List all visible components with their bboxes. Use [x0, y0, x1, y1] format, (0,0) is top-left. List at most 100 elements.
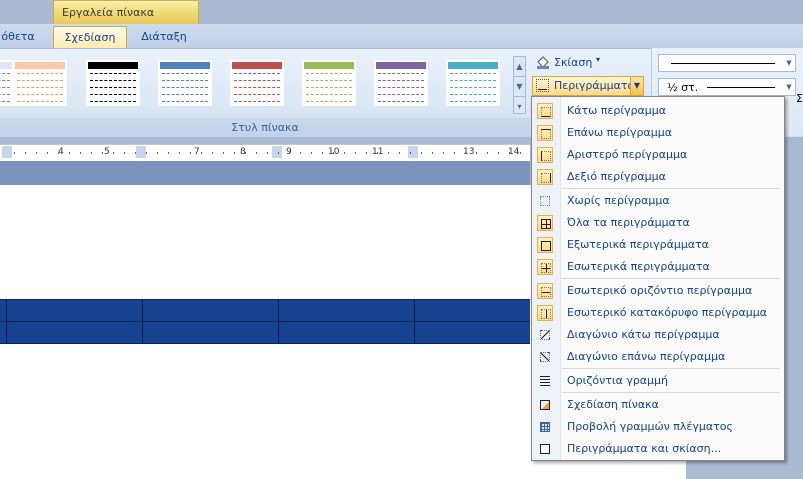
- table-style-style-aqua[interactable]: [446, 60, 500, 106]
- menu-item-diagonal-down-border[interactable]: Διαγώνιο κάτω περίγραμμα: [533, 324, 783, 346]
- menu-item-all-borders[interactable]: Όλα τα περιγράμματα: [533, 212, 783, 234]
- menu-item-label: Περιγράμματα και σκίαση...: [567, 442, 722, 455]
- line-style-select[interactable]: ▼: [658, 54, 796, 72]
- diagonal-down-border-icon: [537, 327, 553, 343]
- table-cell-divider: [142, 322, 143, 343]
- all-borders-icon: [537, 215, 553, 231]
- table-style-style-black[interactable]: [86, 60, 140, 106]
- menu-item-label: Σχεδίαση πίνακα: [567, 398, 659, 411]
- menu-item-label: Αριστερό περίγραμμα: [567, 148, 688, 161]
- menu-item-label: Εσωτερικά περιγράμματα: [567, 260, 710, 273]
- borders-button[interactable]: Περιγράμματα ▼: [532, 76, 644, 96]
- menu-item-label: Οριζόντια γραμμή: [567, 374, 669, 387]
- menu-item-label: Επάνω περίγραμμα: [567, 126, 672, 139]
- menu-item-diagonal-up-border[interactable]: Διαγώνιο επάνω περίγραμμα: [533, 346, 783, 368]
- borders-menu: Κάτω περίγραμμα Επάνω περίγραμμα Αριστερό …: [531, 96, 785, 461]
- borders-dropdown-arrow[interactable]: ▼: [630, 77, 643, 95]
- table-cell-divider: [6, 300, 7, 321]
- menu-item-outside-borders[interactable]: Εξωτερικά περιγράμματα: [533, 234, 783, 256]
- table-style-style-purple[interactable]: [374, 60, 428, 106]
- table-style-style-red[interactable]: [230, 60, 284, 106]
- inside-vertical-border-icon: [537, 305, 553, 321]
- tab-layout[interactable]: Διάταξη: [131, 24, 197, 50]
- shading-button[interactable]: Σκίαση ▾: [532, 53, 637, 73]
- ruler-number: 7: [194, 147, 200, 157]
- menu-item-label: Χωρίς περίγραμμα: [567, 194, 670, 207]
- menu-item-label: Εσωτερικό οριζόντιο περίγραμμα: [567, 284, 753, 297]
- menu-item-label: Κάτω περίγραμμα: [567, 104, 667, 117]
- table-style-style-blue[interactable]: [158, 60, 212, 106]
- ruler-column-marker[interactable]: [272, 146, 282, 158]
- chevron-down-icon: ▼: [786, 59, 792, 67]
- scroll-up-icon[interactable]: ▲: [514, 57, 525, 77]
- menu-item-top-border[interactable]: Επάνω περίγραμμα: [533, 122, 783, 144]
- right-border-icon: [537, 169, 553, 185]
- inside-horizontal-border-icon: [537, 283, 553, 299]
- table-cell-divider: [278, 300, 279, 321]
- bottom-border-icon: [536, 79, 549, 92]
- menu-item-label: Διαγώνιο κάτω περίγραμμα: [567, 328, 720, 341]
- diagonal-up-border-icon: [537, 349, 553, 365]
- menu-separator: [562, 392, 780, 393]
- top-border-icon: [537, 125, 553, 141]
- menu-item-bottom-border[interactable]: Κάτω περίγραμμα: [533, 100, 783, 122]
- menu-item-inside-vertical-border[interactable]: Εσωτερικό κατακόρυφο περίγραμμα: [533, 302, 783, 324]
- document-table[interactable]: [0, 299, 530, 344]
- styles-gallery-scroll[interactable]: ▲ ▼ ▾: [513, 56, 526, 114]
- line-weight-select[interactable]: ½ στ. ▼: [658, 78, 796, 96]
- bottom-border-icon: [537, 103, 553, 119]
- gallery-more-icon[interactable]: ▾: [514, 97, 525, 116]
- menu-item-left-border[interactable]: Αριστερό περίγραμμα: [533, 144, 783, 166]
- table-styles-gallery: [0, 52, 530, 120]
- shading-label: Σκίαση: [554, 56, 593, 69]
- ruler-column-marker[interactable]: [136, 146, 146, 158]
- menu-item-view-gridlines[interactable]: Προβολή γραμμών πλέγματος: [533, 416, 783, 438]
- table-style-style-partial[interactable]: [0, 60, 14, 106]
- menu-item-borders-and-shading[interactable]: Περιγράμματα και σκίαση...: [533, 438, 783, 460]
- menu-item-label: Όλα τα περιγράμματα: [567, 216, 690, 229]
- draw-table-icon: [537, 397, 553, 413]
- menu-item-draw-table[interactable]: Σχεδίαση πίνακα: [533, 394, 783, 416]
- menu-separator: [562, 188, 780, 189]
- draw-extra-label: Σ: [796, 92, 803, 105]
- borders-and-shading-icon: [537, 441, 553, 457]
- menu-item-label: Εσωτερικό κατακόρυφο περίγραμμα: [567, 306, 768, 319]
- ruler-column-marker[interactable]: [2, 146, 12, 158]
- table-style-style-green[interactable]: [302, 60, 356, 106]
- table-row[interactable]: [0, 299, 530, 322]
- menu-item-horizontal-line[interactable]: Οριζόντια γραμμή: [533, 370, 783, 392]
- document-background: [0, 161, 530, 185]
- table-style-style-orange[interactable]: [13, 60, 67, 106]
- left-border-icon: [537, 147, 553, 163]
- horizontal-line-icon: [537, 373, 553, 389]
- menu-item-inside-borders[interactable]: Εσωτερικά περιγράμματα: [533, 256, 783, 278]
- menu-item-label: Διαγώνιο επάνω περίγραμμα: [567, 350, 726, 363]
- table-cell-divider: [142, 300, 143, 321]
- ribbon-tab-strip: όθετα Σχεδίαση Διάταξη: [0, 24, 803, 52]
- table-cell-divider: [278, 322, 279, 343]
- table-cell-divider: [414, 300, 415, 321]
- menu-item-label: Εξωτερικά περιγράμματα: [567, 238, 709, 251]
- menu-separator: [562, 368, 780, 369]
- tab-insert[interactable]: όθετα: [0, 24, 40, 50]
- horizontal-ruler[interactable]: 4578910111314: [0, 144, 530, 162]
- table-row[interactable]: [0, 321, 530, 344]
- scroll-down-icon[interactable]: ▼: [514, 77, 525, 97]
- menu-item-label: Δεξιό περίγραμμα: [567, 170, 666, 183]
- table-cell-divider: [6, 322, 7, 343]
- menu-separator: [562, 278, 780, 279]
- menu-item-inside-horizontal-border[interactable]: Εσωτερικό οριζόντιο περίγραμμα: [533, 280, 783, 302]
- no-border-icon: [537, 193, 553, 209]
- menu-item-right-border[interactable]: Δεξιό περίγραμμα: [533, 166, 783, 188]
- view-gridlines-icon: [537, 419, 553, 435]
- paint-bucket-icon: [537, 56, 549, 69]
- borders-label: Περιγράμματα: [554, 79, 635, 92]
- ruler-number: 5: [104, 147, 110, 157]
- outside-borders-icon: [537, 237, 553, 253]
- menu-item-label: Προβολή γραμμών πλέγματος: [567, 420, 733, 433]
- table-tools-title: Εργαλεία πίνακα: [62, 6, 155, 19]
- menu-item-no-border[interactable]: Χωρίς περίγραμμα: [533, 190, 783, 212]
- inside-borders-icon: [537, 259, 553, 275]
- table-styles-group-label: Στυλ πίνακα: [0, 118, 530, 137]
- chevron-down-icon: ▾: [596, 55, 601, 64]
